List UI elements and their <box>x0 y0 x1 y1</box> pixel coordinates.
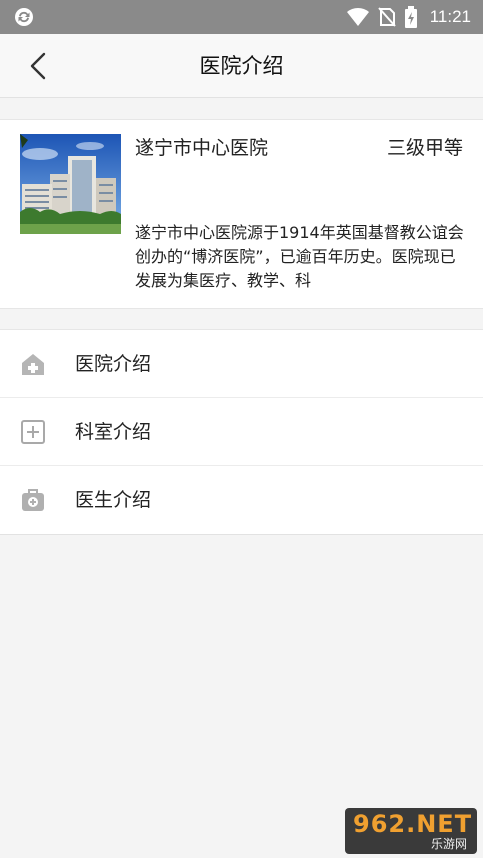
menu-item-label: 科室介绍 <box>75 421 152 443</box>
app-bar: 医院介绍 <box>0 34 483 98</box>
battery-charging-icon <box>404 6 417 28</box>
hospital-grade: 三级甲等 <box>386 137 463 159</box>
status-bar: 11:21 <box>0 0 483 34</box>
menu-item-department-intro[interactable]: 科室介绍 <box>0 398 483 466</box>
menu-list: 医院介绍 科室介绍 医生介绍 <box>0 329 483 535</box>
medical-bag-icon <box>22 489 44 511</box>
no-sim-icon <box>377 7 396 27</box>
page-title: 医院介绍 <box>199 54 284 78</box>
menu-item-label: 医生介绍 <box>75 489 152 511</box>
menu-item-label: 医院介绍 <box>75 353 152 375</box>
menu-item-doctor-intro[interactable]: 医生介绍 <box>0 466 483 534</box>
sync-icon <box>15 8 33 26</box>
site-watermark-logo: 962.NET 乐游网 <box>345 808 477 854</box>
hospital-card[interactable]: 遂宁市中心医院 三级甲等 遂宁市中心医院源于1914年英国基督教公谊会创办的“博… <box>0 119 483 309</box>
plus-square-icon <box>21 420 45 444</box>
menu-item-hospital-intro[interactable]: 医院介绍 <box>0 330 483 398</box>
watermark-sub-text: 乐游网 <box>430 837 467 851</box>
hospital-description: 遂宁市中心医院源于1914年英国基督教公谊会创办的“博济医院”，已逾百年历史。医… <box>135 223 464 290</box>
status-time: 11:21 <box>429 7 471 26</box>
hospital-icon <box>22 354 44 375</box>
wifi-icon <box>346 7 369 26</box>
watermark-logo-text: 962.NET <box>353 810 473 838</box>
hospital-name: 遂宁市中心医院 <box>135 137 269 159</box>
hospital-photo <box>20 134 121 234</box>
